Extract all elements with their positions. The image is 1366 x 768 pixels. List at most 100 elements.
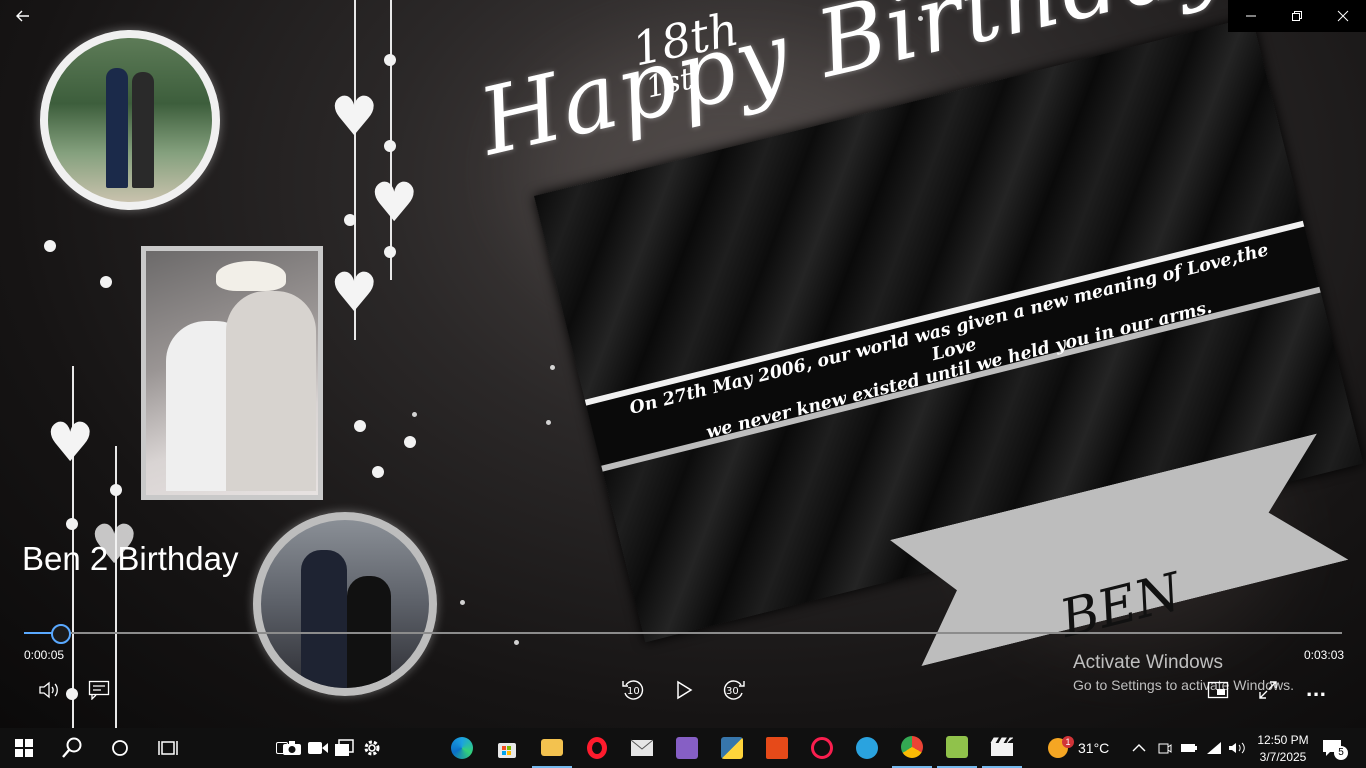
sparkle — [550, 365, 555, 370]
python-icon — [721, 737, 743, 759]
opera-gx-icon — [811, 737, 833, 759]
clock[interactable]: 12:50 PM 3/7/2025 — [1254, 728, 1312, 768]
captions-icon — [88, 680, 110, 700]
meet-now-icon — [1158, 743, 1172, 754]
notepadpp-icon — [946, 736, 968, 758]
bead — [354, 420, 366, 432]
miniplayer-icon — [1207, 681, 1229, 699]
network-button[interactable] — [1206, 728, 1222, 768]
bead — [344, 214, 356, 226]
office-icon — [766, 737, 788, 759]
person-figure — [347, 576, 391, 688]
total-time: 0:03:03 — [1304, 648, 1345, 662]
edge-button[interactable] — [442, 728, 482, 768]
sparkle — [412, 412, 417, 417]
heart-icon: ♥ — [46, 411, 95, 474]
store-icon — [498, 743, 516, 758]
bead — [44, 240, 56, 252]
notepadpp-button[interactable] — [937, 728, 977, 768]
start-button[interactable] — [4, 728, 44, 768]
sparkle — [460, 600, 465, 605]
play-icon — [677, 680, 693, 700]
captions-button[interactable] — [85, 676, 113, 704]
telegram-button[interactable] — [847, 728, 887, 768]
minimize-button[interactable] — [1228, 0, 1274, 32]
forward-button[interactable]: 30 — [720, 676, 748, 704]
rewind-label: 10 — [627, 686, 640, 697]
current-time: 0:00:05 — [24, 648, 65, 662]
chrome-icon — [901, 736, 923, 758]
seek-bar[interactable] — [24, 632, 1342, 634]
person-figure — [226, 291, 316, 491]
notifications-button[interactable]: 5 — [1322, 728, 1348, 768]
battery-button[interactable] — [1180, 728, 1198, 768]
search-icon — [62, 737, 82, 758]
back-button[interactable] — [0, 0, 46, 32]
heart-icon: ♥ — [330, 85, 379, 148]
file-explorer-icon — [541, 738, 563, 756]
mail-button[interactable] — [622, 728, 662, 768]
hat — [216, 261, 286, 291]
mail-icon — [630, 739, 654, 756]
close-icon — [1337, 10, 1349, 22]
show-hidden-icons-button[interactable] — [1132, 728, 1146, 768]
heart-icon: ♥ — [330, 261, 379, 324]
chevron-up-icon — [1132, 744, 1146, 752]
meet-now-button[interactable] — [1158, 728, 1172, 768]
clock-date: 3/7/2025 — [1259, 749, 1307, 764]
restore-icon — [1292, 11, 1302, 21]
weather-badge: 1 — [1062, 736, 1074, 748]
activate-windows-title: Activate Windows — [1073, 652, 1223, 673]
python-button[interactable] — [712, 728, 752, 768]
settings-icon — [364, 740, 380, 756]
temperature: 31°C — [1078, 740, 1110, 756]
bead — [384, 246, 396, 258]
photo-hug — [253, 512, 437, 696]
visual-studio-button[interactable] — [667, 728, 707, 768]
start-icon — [15, 739, 33, 757]
bead — [100, 276, 112, 288]
bead — [110, 484, 122, 496]
task-view-icon — [158, 741, 178, 755]
rewind-button[interactable]: 10 — [619, 676, 647, 704]
battery-icon — [1181, 744, 1197, 752]
fullscreen-button[interactable] — [1254, 676, 1282, 704]
taskbar: 1 31°C 12:50 PM 3/7/2025 5 — [0, 728, 1366, 768]
volume-button[interactable] — [35, 676, 63, 704]
window-controls — [1228, 0, 1366, 32]
speaker-icon — [1229, 742, 1245, 754]
sparkle — [514, 640, 519, 645]
edge-icon — [451, 737, 473, 759]
office-button[interactable] — [757, 728, 797, 768]
person-figure — [106, 68, 128, 188]
windows-icon — [335, 739, 354, 756]
bead — [384, 140, 396, 152]
card-text: On 27th May 2006, our world was given a … — [605, 235, 1304, 467]
forward-label: 30 — [726, 686, 739, 697]
cortana-icon — [112, 740, 128, 756]
volume-tray-button[interactable] — [1228, 728, 1246, 768]
heart-icon: ♥ — [370, 171, 419, 234]
arrow-left-icon — [16, 10, 29, 22]
weather-widget[interactable]: 1 31°C — [1048, 728, 1109, 768]
opera-button[interactable] — [577, 728, 617, 768]
movies-tv-button[interactable] — [982, 728, 1022, 768]
file-explorer-button[interactable] — [532, 728, 572, 768]
opera-gx-button[interactable] — [802, 728, 842, 768]
settings-button[interactable] — [352, 728, 392, 768]
task-view-button[interactable] — [148, 728, 188, 768]
video-frame[interactable]: ♥ ♥ ♥ ♥ ♥ 18th 1st Happy Birthday On 27t… — [0, 0, 1366, 728]
search-button[interactable] — [52, 728, 92, 768]
seek-bar-thumb[interactable] — [51, 624, 71, 644]
restore-button[interactable] — [1274, 0, 1320, 32]
bead — [66, 688, 78, 700]
play-button[interactable] — [670, 676, 698, 704]
miniplayer-button[interactable] — [1204, 676, 1232, 704]
chrome-button[interactable] — [892, 728, 932, 768]
visual-studio-icon — [676, 737, 698, 759]
more-button[interactable]: ... — [1302, 676, 1330, 704]
cortana-button[interactable] — [100, 728, 140, 768]
store-button[interactable] — [487, 728, 527, 768]
clock-time: 12:50 PM — [1257, 732, 1309, 747]
close-button[interactable] — [1320, 0, 1366, 32]
